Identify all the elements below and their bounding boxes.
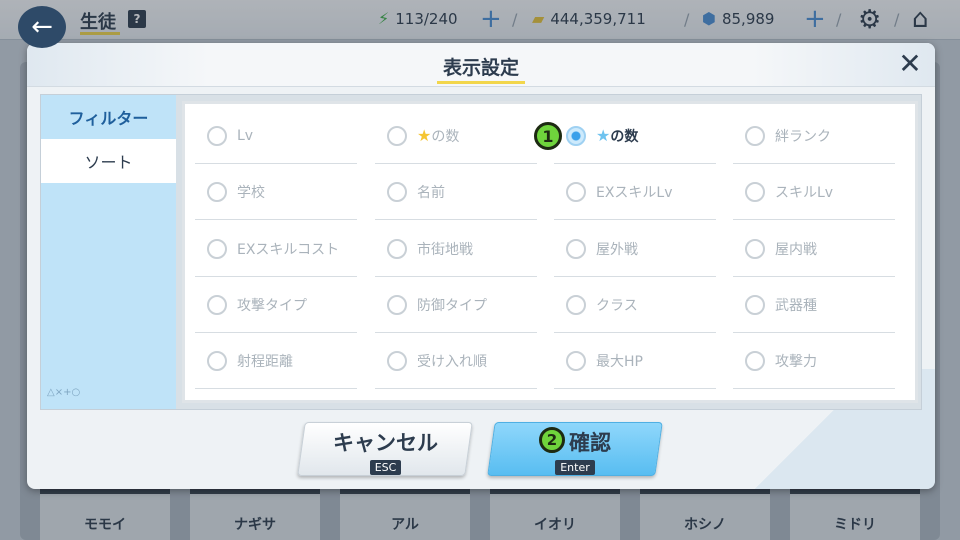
tab-filter[interactable]: フィルター (41, 95, 176, 139)
enter-key-hint: Enter (555, 460, 595, 475)
radio-button[interactable] (207, 181, 227, 202)
sort-option[interactable]: 武器種 (733, 277, 895, 333)
radio-button[interactable] (745, 294, 765, 315)
step-marker-1: 1 (534, 122, 562, 150)
sort-option[interactable]: 攻撃タイプ (195, 277, 357, 333)
radio-button[interactable] (566, 294, 586, 315)
option-label: スキルLv (775, 184, 834, 201)
radio-button[interactable] (566, 350, 586, 371)
cancel-button[interactable]: キャンセル ESC (297, 422, 473, 476)
option-label: Lv (237, 127, 254, 144)
sort-option[interactable]: 最大HP (554, 333, 716, 389)
radio-button[interactable] (745, 181, 765, 202)
radio-button[interactable] (566, 181, 586, 202)
cancel-label: キャンセル (332, 431, 438, 455)
radio-button[interactable] (566, 238, 586, 259)
back-arrow-icon[interactable]: ← (18, 6, 66, 48)
sort-option[interactable]: 市街地戦 (375, 221, 537, 277)
sort-option[interactable]: クラス (554, 277, 716, 333)
radio-button[interactable] (745, 350, 765, 371)
radio-button[interactable] (387, 350, 407, 371)
option-label: 攻撃タイプ (237, 297, 307, 314)
sort-option[interactable]: 屋内戦 (733, 221, 895, 277)
option-label: 攻撃力 (775, 353, 817, 370)
sort-option[interactable]: 屋外戦 (554, 221, 716, 277)
dialog-title: 表示設定 (442, 57, 519, 79)
option-label: ★の数 (417, 125, 460, 145)
option-label: 屋内戦 (775, 241, 817, 258)
radio-button[interactable] (207, 350, 227, 371)
settings-sidebar: フィルター ソート △×+○ (41, 95, 176, 409)
sort-option[interactable]: EXスキルコスト (195, 221, 357, 277)
sort-option[interactable]: ★の数 (375, 108, 537, 164)
esc-key-hint: ESC (369, 460, 401, 475)
option-label: 市街地戦 (417, 241, 473, 258)
display-settings-dialog: 表示設定 ✕ フィルター ソート △×+○ Lv ★の数 ★の数 絆ランク学校 名前 EX… (27, 43, 935, 489)
radio-button[interactable] (566, 125, 586, 146)
option-label: EXスキルLv (596, 184, 673, 201)
sort-option[interactable]: 名前 (375, 164, 537, 220)
sort-options-grid: Lv ★の数 ★の数 絆ランク学校 名前 EXスキルLv スキルLv EXスキルコスト 市街地戦… (182, 101, 918, 403)
star-icon: ★ (596, 125, 611, 145)
sort-option[interactable]: 防御タイプ (375, 277, 537, 333)
tab-sort[interactable]: ソート (41, 139, 176, 183)
radio-button[interactable] (387, 125, 407, 146)
confirm-label: 確認 (569, 431, 611, 455)
radio-button[interactable] (207, 294, 227, 315)
radio-button[interactable] (207, 125, 227, 146)
radio-button[interactable] (745, 125, 765, 146)
settings-body: フィルター ソート △×+○ Lv ★の数 ★の数 絆ランク学校 名前 EXスキルLv スキ… (40, 94, 922, 410)
step-marker-2: 2 (539, 427, 565, 453)
option-label: 最大HP (596, 353, 643, 370)
sort-option[interactable]: 学校 (195, 164, 357, 220)
radio-button[interactable] (745, 238, 765, 259)
radio-button[interactable] (387, 294, 407, 315)
option-label: EXスキルコスト (237, 241, 340, 258)
option-label: 武器種 (775, 297, 817, 314)
radio-button[interactable] (387, 238, 407, 259)
radio-button[interactable] (207, 238, 227, 259)
sort-option[interactable]: 受け入れ順 (375, 333, 537, 389)
sort-option[interactable]: スキルLv (733, 164, 895, 220)
dialog-title-underline (437, 81, 525, 84)
shape-symbols: △×+○ (47, 387, 81, 398)
option-label: クラス (596, 297, 638, 314)
option-label: 防御タイプ (417, 297, 487, 314)
option-label: 射程距離 (237, 353, 293, 370)
option-label: 学校 (237, 184, 265, 201)
close-icon[interactable]: ✕ (893, 47, 927, 81)
option-label: 絆ランク (775, 128, 831, 145)
star-icon: ★ (417, 125, 432, 145)
sort-option[interactable]: 絆ランク (733, 108, 895, 164)
option-label: ★の数 (596, 125, 639, 145)
sort-option[interactable]: ★の数 (554, 108, 716, 164)
sort-option[interactable]: 攻撃力 (733, 333, 895, 389)
option-label: 受け入れ順 (417, 353, 487, 370)
sort-option[interactable]: Lv (195, 108, 357, 164)
confirm-button[interactable]: 2 確認 Enter (487, 422, 663, 476)
option-label: 名前 (417, 184, 445, 201)
radio-button[interactable] (387, 181, 407, 202)
sort-option[interactable]: EXスキルLv (554, 164, 716, 220)
sort-option[interactable]: 射程距離 (195, 333, 357, 389)
option-label: 屋外戦 (596, 241, 638, 258)
